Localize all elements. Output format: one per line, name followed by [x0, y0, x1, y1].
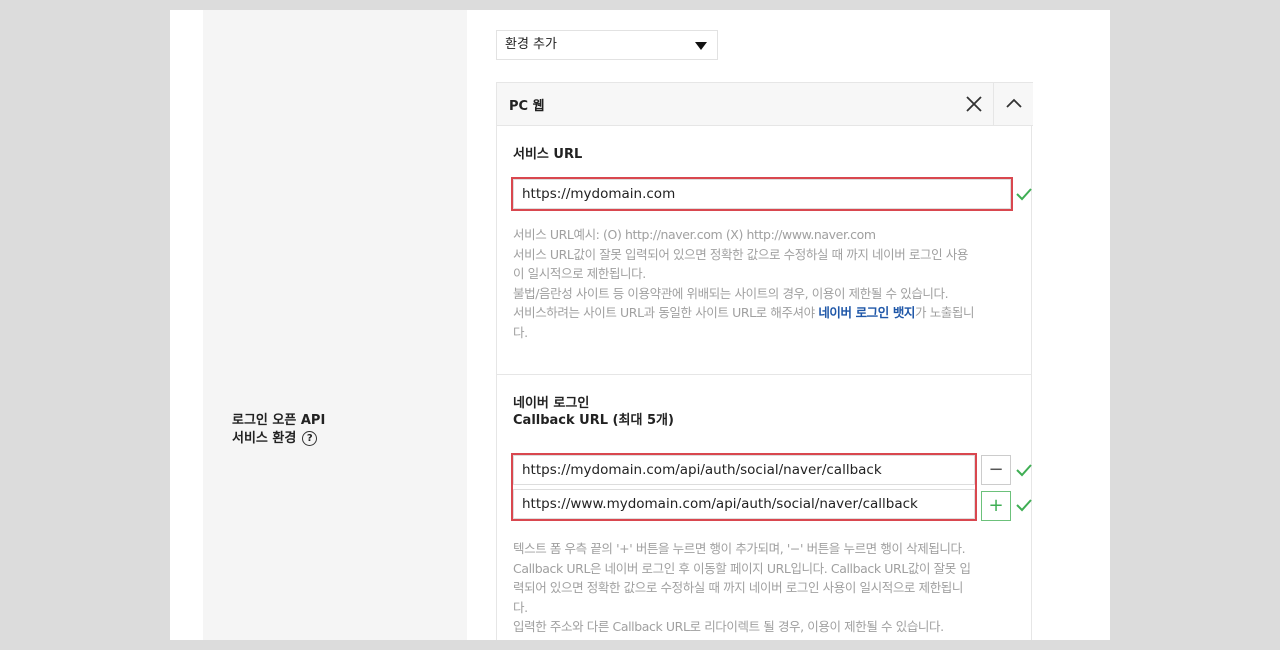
service-url-title: 서비스 URL [513, 147, 583, 162]
panel-title: PC 웹 [509, 99, 545, 114]
row-label: 로그인 오픈 API 서비스 환경? [232, 412, 325, 448]
callback-title-line2: Callback URL (최대 5개) [513, 413, 674, 428]
close-button[interactable] [953, 83, 993, 125]
help-line: 력되어 있으면 정확한 값으로 수정하실 때 까지 네이버 로그인 사용이 일시… [513, 580, 964, 595]
naver-login-badge-link[interactable]: 네이버 로그인 뱃지 [818, 305, 915, 320]
row-label-line1: 로그인 오픈 API [232, 413, 326, 428]
callback-help: 텍스트 폼 우측 끝의 '+' 버튼을 누르면 행이 추가되며, '−' 버튼을… [513, 539, 1013, 637]
help-line: 서비스 URL예시: (O) http://naver.com (X) http… [513, 227, 876, 242]
environment-select-value: 환경 추가 [505, 37, 557, 52]
help-line: 다. [513, 599, 528, 615]
callback-title: 네이버 로그인 Callback URL (최대 5개) [513, 395, 674, 429]
close-icon [966, 96, 982, 112]
row-label-line2-text: 서비스 환경 [232, 431, 297, 446]
help-line: 텍스트 폼 우측 끝의 '+' 버튼을 누르면 행이 추가되며, '−' 버튼을… [513, 541, 966, 556]
callback-url-input-2[interactable] [513, 489, 975, 519]
chevron-up-icon [1006, 98, 1022, 108]
help-line: 다. [513, 324, 528, 340]
callback-url-input-1[interactable] [513, 455, 975, 485]
pc-web-panel: PC 웹 서비스 URL 서비스 URL예시: (O) http://naver… [496, 82, 1033, 640]
environment-select[interactable]: 환경 추가 [496, 30, 718, 60]
help-line: 입력한 주소와 다른 Callback URL로 리다이렉트 될 경우, 이용이… [513, 619, 944, 634]
panel-header: PC 웹 [497, 82, 1033, 126]
check-icon [1016, 188, 1032, 201]
remove-row-button[interactable]: − [981, 455, 1011, 485]
row-label-line2: 서비스 환경? [232, 430, 325, 448]
check-icon [1016, 499, 1032, 512]
service-url-help: 서비스 URL예시: (O) http://naver.com (X) http… [513, 225, 1013, 342]
help-line: 불법/음란성 사이트 등 이용약관에 위배되는 사이트의 경우, 이용이 제한될… [513, 285, 949, 301]
help-line-prefix: 서비스하려는 사이트 URL과 동일한 사이트 URL로 해주셔야 [513, 305, 819, 320]
help-icon[interactable]: ? [302, 431, 318, 446]
help-line: Callback URL은 네이버 로그인 후 이동할 페이지 URL입니다. … [513, 560, 971, 576]
label-column [203, 10, 467, 640]
help-line: 이 일시적으로 제한됩니다. [513, 266, 646, 281]
check-icon [1016, 464, 1032, 477]
collapse-button[interactable] [993, 83, 1033, 125]
add-row-button[interactable]: + [981, 491, 1011, 521]
callback-title-line1: 네이버 로그인 [513, 396, 590, 411]
service-url-input[interactable] [513, 179, 1011, 209]
caret-down-icon [695, 42, 707, 50]
help-line-suffix: 가 노출됩니 [915, 305, 975, 320]
page: 로그인 오픈 API 서비스 환경? 환경 추가 PC 웹 서비스 URL ht… [170, 10, 1110, 640]
help-line: 서비스 URL값이 잘못 입력되어 있으면 정확한 값으로 수정하실 때 까지 … [513, 246, 968, 262]
help-line: 서비스하려는 사이트 URL과 동일한 사이트 URL로 해주셔야 네이버 로그… [513, 303, 1013, 323]
section-divider [497, 374, 1031, 375]
